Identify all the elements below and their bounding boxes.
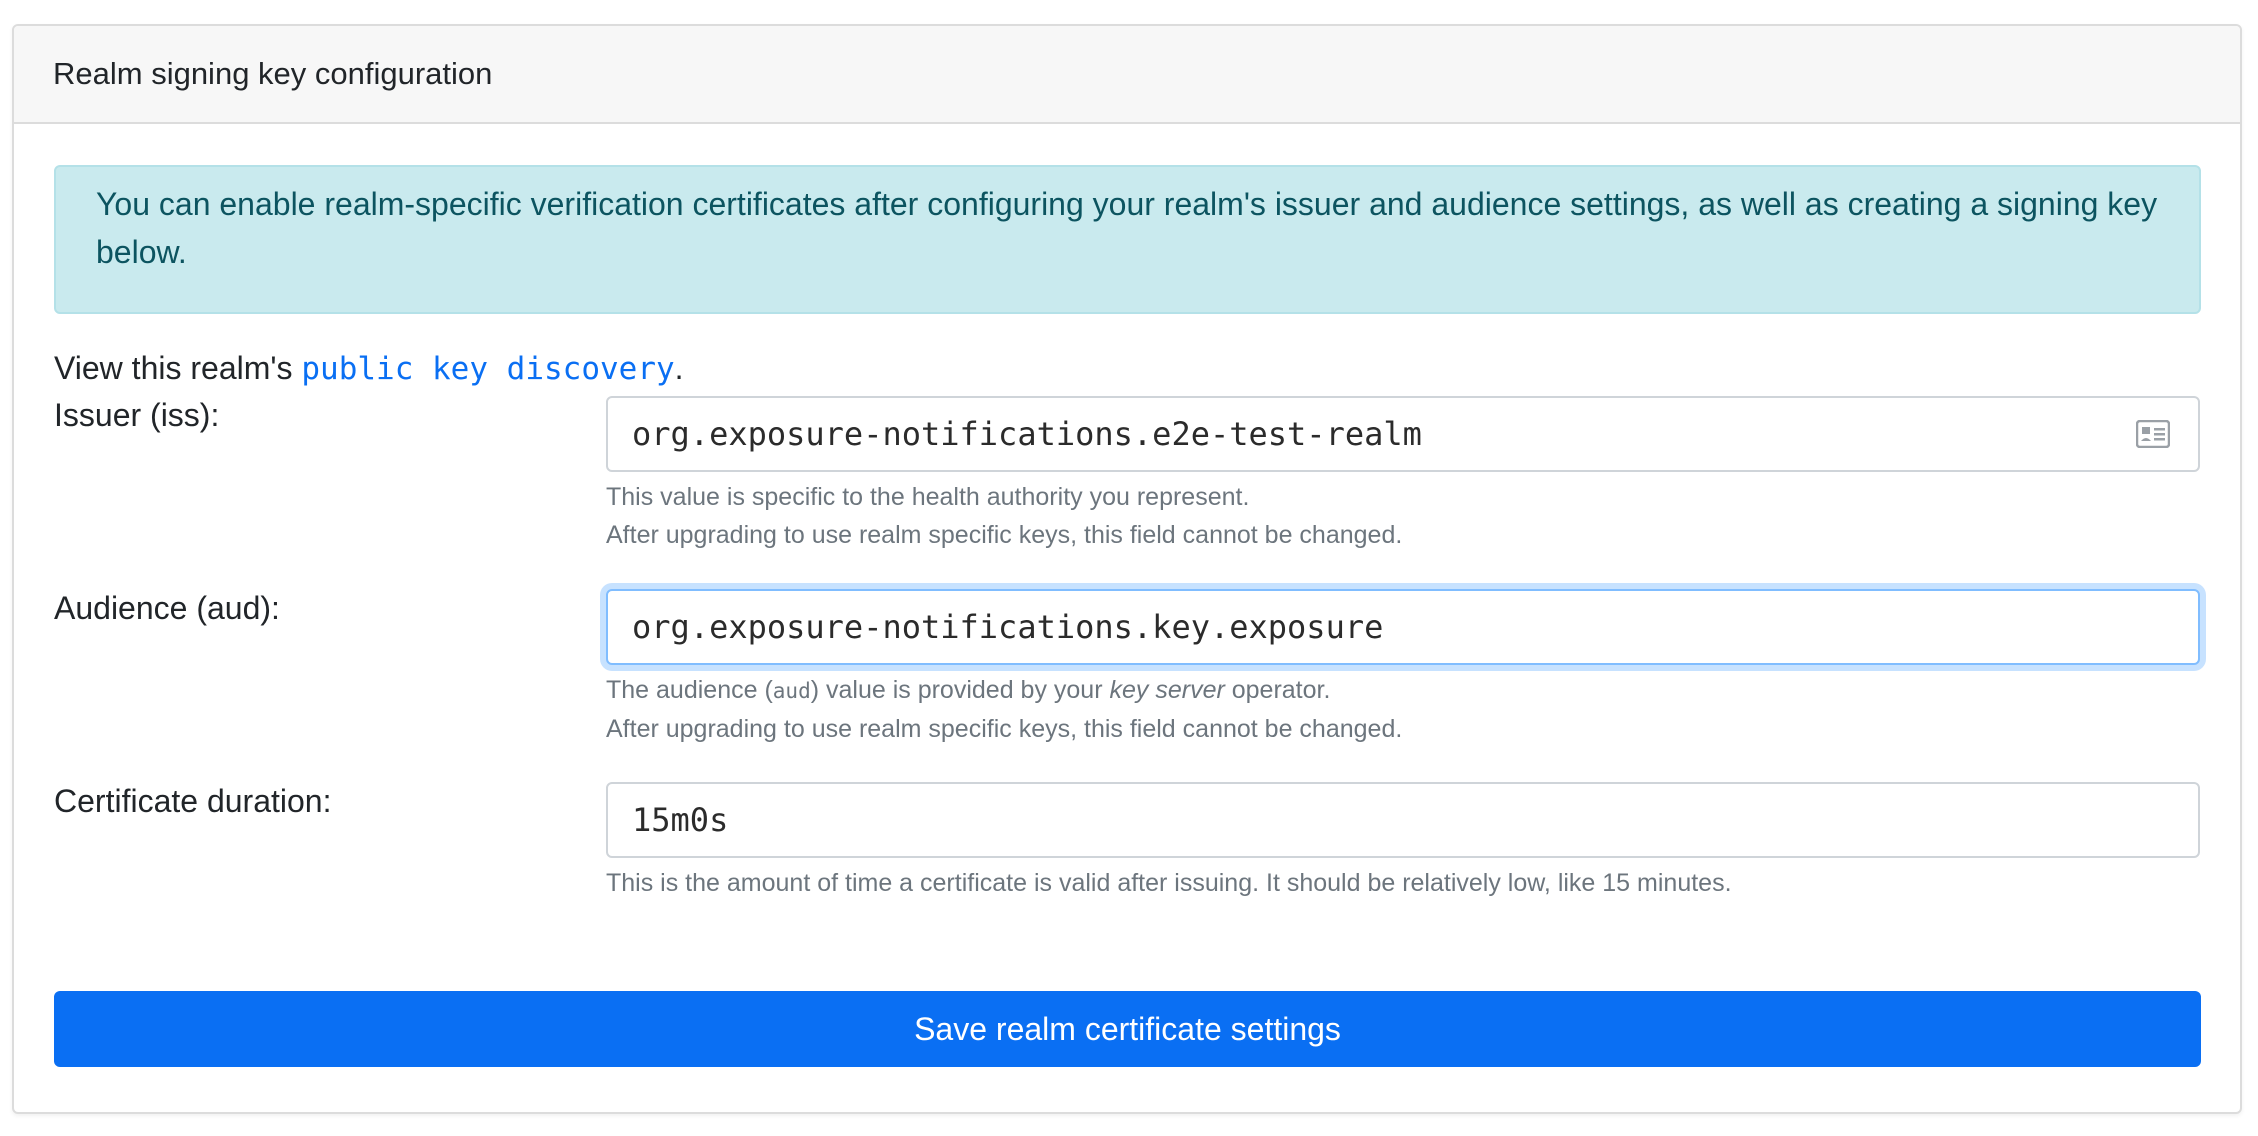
issuer-help: This value is specific to the health aut…: [606, 478, 1402, 554]
card-header: Realm signing key configuration: [14, 26, 2240, 124]
audience-help: The audience (aud) value is provided by …: [606, 671, 1402, 748]
public-key-discovery-link[interactable]: public key discovery: [301, 351, 674, 387]
audience-help-suffix: operator.: [1224, 676, 1331, 704]
duration-value: 15m0s: [632, 801, 729, 839]
contact-card-icon[interactable]: [2136, 420, 2170, 448]
audience-help-line2: After upgrading to use realm specific ke…: [606, 715, 1403, 743]
discovery-suffix: .: [674, 350, 684, 386]
audience-help-code: aud: [772, 679, 811, 703]
save-realm-certificate-settings-button[interactable]: Save realm certificate settings: [54, 991, 2201, 1067]
info-alert: You can enable realm-specific verificati…: [54, 165, 2201, 314]
issuer-help-line1: This value is specific to the health aut…: [606, 483, 1250, 511]
issuer-label: Issuer (iss):: [54, 397, 220, 433]
discovery-text: View this realm's public key discovery.: [54, 348, 684, 389]
audience-input[interactable]: org.exposure-notifications.key.exposure: [606, 589, 2200, 665]
duration-label: Certificate duration:: [54, 783, 332, 819]
audience-value: org.exposure-notifications.key.exposure: [632, 608, 1384, 646]
audience-label: Audience (aud):: [54, 590, 280, 626]
audience-help-middle: ) value is provided by your: [810, 676, 1110, 704]
duration-input[interactable]: 15m0s: [606, 782, 2200, 858]
audience-help-line1: The audience (aud) value is provided by …: [606, 671, 1402, 710]
audience-help-emphasis: key server: [1109, 676, 1225, 704]
duration-help: This is the amount of time a certificate…: [606, 869, 1732, 897]
card-title: Realm signing key configuration: [53, 56, 493, 91]
realm-signing-key-card: Realm signing key configuration You can …: [12, 24, 2242, 1114]
issuer-input[interactable]: org.exposure-notifications.e2e-test-real…: [606, 396, 2200, 472]
issuer-help-line2: After upgrading to use realm specific ke…: [606, 521, 1403, 549]
issuer-value: org.exposure-notifications.e2e-test-real…: [632, 415, 1422, 453]
discovery-prefix: View this realm's: [54, 350, 302, 386]
audience-help-prefix: The audience (: [606, 676, 773, 704]
